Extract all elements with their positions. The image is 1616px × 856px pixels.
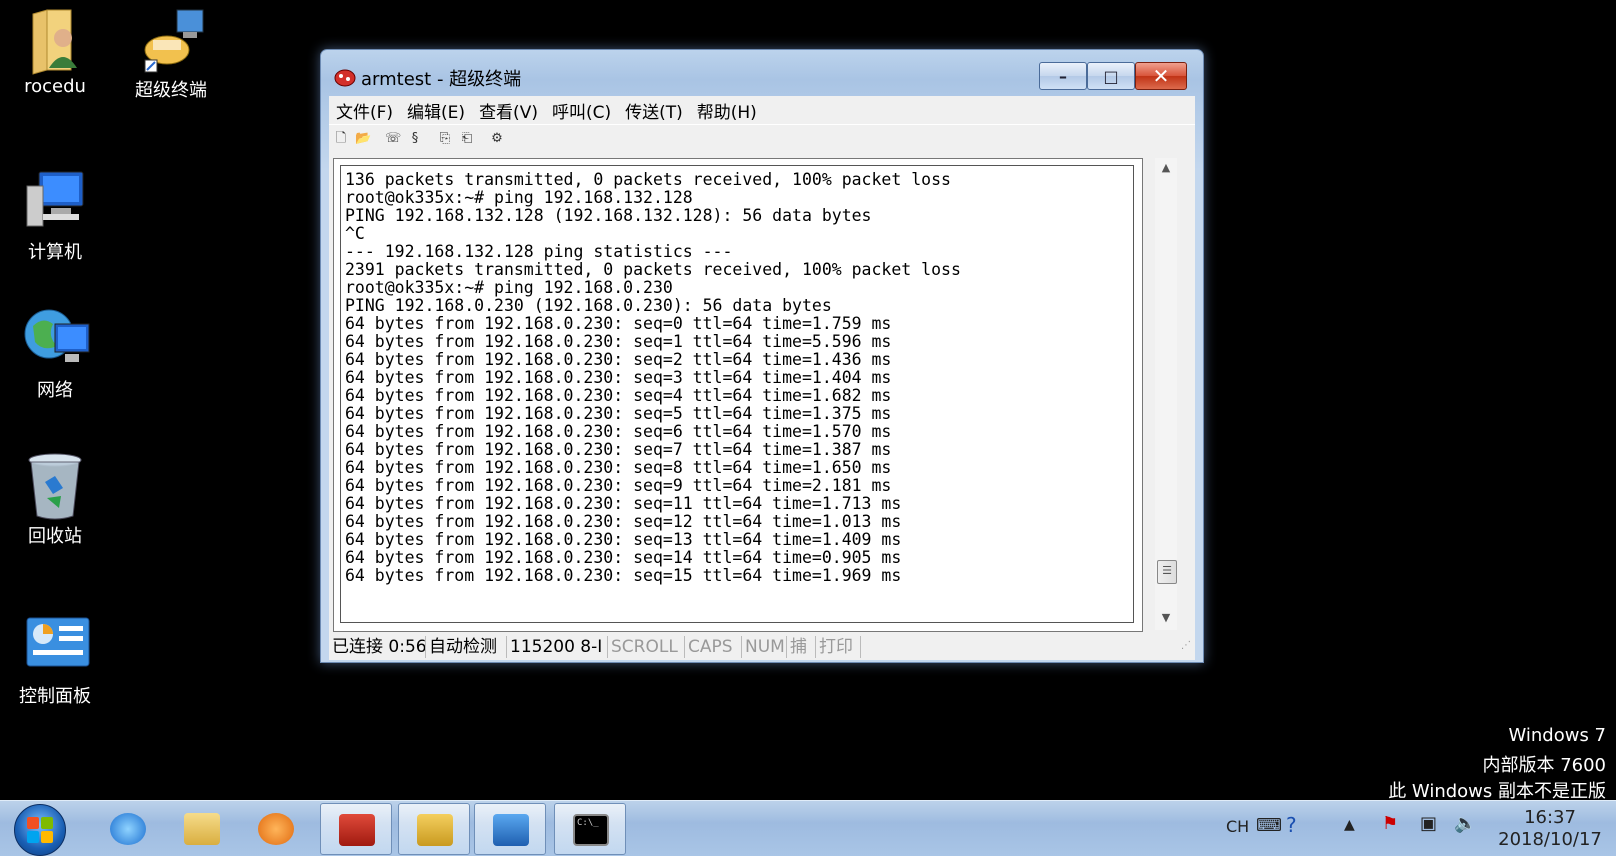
- recycle-bin-icon: [23, 452, 87, 520]
- status-caps: CAPS: [685, 636, 742, 658]
- desktop-icon-network[interactable]: 网络: [0, 306, 110, 402]
- send-icon[interactable]: ⎘: [437, 131, 453, 147]
- menu-transfer[interactable]: 传送(T): [618, 98, 690, 123]
- watermark-build: 内部版本 7600: [1482, 755, 1606, 776]
- user-folder-icon: [23, 6, 87, 75]
- desktop-icon-hyperterminal[interactable]: 超级终端: [116, 6, 226, 102]
- clock-date: 2018/10/17: [1498, 829, 1602, 850]
- desktop-icon-computer[interactable]: 计算机: [0, 168, 110, 264]
- internet-explorer-icon: [110, 813, 146, 845]
- language-indicator[interactable]: CH: [1226, 817, 1249, 836]
- minimize-button[interactable]: –: [1039, 62, 1087, 90]
- scroll-thumb[interactable]: ☰: [1157, 560, 1177, 584]
- control-panel-icon: [493, 814, 529, 846]
- properties-icon[interactable]: ⚙: [489, 131, 505, 147]
- desktop-icon-label: rocedu: [24, 76, 86, 97]
- show-hidden-icons-icon[interactable]: ▲: [1344, 817, 1355, 833]
- terminal-frame: 136 packets transmitted, 0 packets recei…: [333, 158, 1143, 632]
- windows-logo-icon: [27, 817, 53, 843]
- clock[interactable]: 16:37 2018/10/17: [1490, 807, 1610, 851]
- desktop-icon-label: 回收站: [28, 526, 82, 547]
- desktop-icon-label: 网络: [37, 380, 73, 401]
- taskbar-ie[interactable]: [92, 803, 164, 855]
- status-print: 打印: [816, 636, 861, 658]
- window-title: armtest - 超级终端: [361, 69, 522, 90]
- window-titlebar[interactable]: armtest - 超级终端 – □ ✕: [321, 50, 1203, 98]
- minimize-icon: –: [1059, 66, 1067, 86]
- hyperterminal-icon: [139, 6, 204, 73]
- network-globe-icon: [23, 306, 90, 370]
- hyperterminal-app-icon: [333, 64, 356, 87]
- watermark-version: Windows 7: [1508, 725, 1606, 746]
- folder-icon: [184, 813, 220, 845]
- volume-icon[interactable]: 🔈: [1454, 813, 1476, 834]
- desktop-icon-control-panel[interactable]: 控制面板: [0, 612, 110, 708]
- status-scroll: SCROLL: [608, 636, 685, 658]
- new-file-icon[interactable]: 🗋: [333, 131, 349, 147]
- clock-time: 16:37: [1524, 807, 1576, 828]
- start-button[interactable]: [14, 804, 66, 856]
- taskbar-explorer[interactable]: [166, 803, 238, 855]
- disconnect-icon[interactable]: §: [407, 131, 423, 147]
- scroll-up-icon[interactable]: ▲: [1158, 160, 1174, 176]
- taskbar-media-player[interactable]: [240, 803, 312, 855]
- desktop-icon-recycle-bin[interactable]: 回收站: [0, 452, 110, 548]
- terminal-area: 136 packets transmitted, 0 packets recei…: [329, 152, 1195, 634]
- menu-bar: 文件(F) 编辑(E) 查看(V) 呼叫(C) 传送(T) 帮助(H): [329, 96, 1195, 124]
- taskbar-control-panel[interactable]: [474, 803, 546, 855]
- status-connected: 已连接 0:56: [329, 636, 426, 658]
- status-capture: 捕: [787, 636, 816, 658]
- menu-view[interactable]: 查看(V): [472, 98, 545, 123]
- hyperterminal-window: armtest - 超级终端 – □ ✕ 文件(F) 编辑(E) 查看(V) 呼…: [320, 49, 1204, 663]
- desktop-icon-label: 控制面板: [19, 686, 91, 707]
- keyboard-icon[interactable]: ⌨: [1256, 815, 1282, 836]
- toolbar: 🗋 📂 ☏ § ⎘ ⎗ ⚙: [329, 124, 1195, 152]
- hyperterminal-icon: [417, 814, 453, 846]
- maximize-icon: □: [1103, 66, 1119, 86]
- taskbar: C:\_ CH ⌨ ? ▲ ⚑ ▣ 🔈 16:37 2018/10/17: [0, 800, 1616, 856]
- maximize-button[interactable]: □: [1087, 62, 1135, 90]
- computer-icon: [23, 168, 87, 232]
- receive-icon[interactable]: ⎗: [459, 131, 475, 147]
- toolbox-icon: [339, 814, 375, 846]
- status-bar: 已连接 0:56 自动检测 115200 8-I SCROLL CAPS NUM…: [329, 634, 1195, 660]
- menu-edit[interactable]: 编辑(E): [400, 98, 472, 123]
- desktop-icon-label: 超级终端: [135, 80, 207, 101]
- scroll-down-icon[interactable]: ▼: [1158, 610, 1174, 626]
- menu-call[interactable]: 呼叫(C): [545, 98, 618, 123]
- media-player-icon: [258, 813, 294, 845]
- menu-help[interactable]: 帮助(H): [690, 98, 764, 123]
- taskbar-hyperterminal[interactable]: [398, 803, 470, 855]
- resize-grip-icon[interactable]: ⋰: [1181, 640, 1195, 654]
- action-center-flag-icon[interactable]: ⚑: [1382, 813, 1398, 834]
- desktop-icon-label: 计算机: [28, 242, 82, 263]
- status-baud: 115200 8-I: [507, 636, 608, 658]
- network-status-icon[interactable]: ▣: [1420, 813, 1437, 834]
- close-button[interactable]: ✕: [1135, 62, 1187, 90]
- vertical-scrollbar[interactable]: ▲ ☰ ▼: [1155, 158, 1177, 630]
- menu-file[interactable]: 文件(F): [329, 98, 400, 123]
- command-prompt-icon: C:\_: [573, 814, 609, 846]
- help-icon[interactable]: ?: [1286, 813, 1297, 837]
- call-icon[interactable]: ☏: [385, 131, 401, 147]
- taskbar-toolbox[interactable]: [320, 803, 392, 855]
- terminal-screen[interactable]: 136 packets transmitted, 0 packets recei…: [340, 165, 1134, 623]
- desktop-icon-user-folder[interactable]: rocedu: [0, 6, 110, 97]
- status-num: NUM: [742, 636, 787, 658]
- status-detect: 自动检测: [426, 636, 507, 658]
- taskbar-cmd[interactable]: C:\_: [554, 803, 626, 855]
- close-icon: ✕: [1152, 64, 1170, 88]
- open-folder-icon[interactable]: 📂: [355, 131, 371, 147]
- terminal-output: 136 packets transmitted, 0 packets recei…: [345, 170, 961, 585]
- control-panel-icon: [23, 612, 90, 676]
